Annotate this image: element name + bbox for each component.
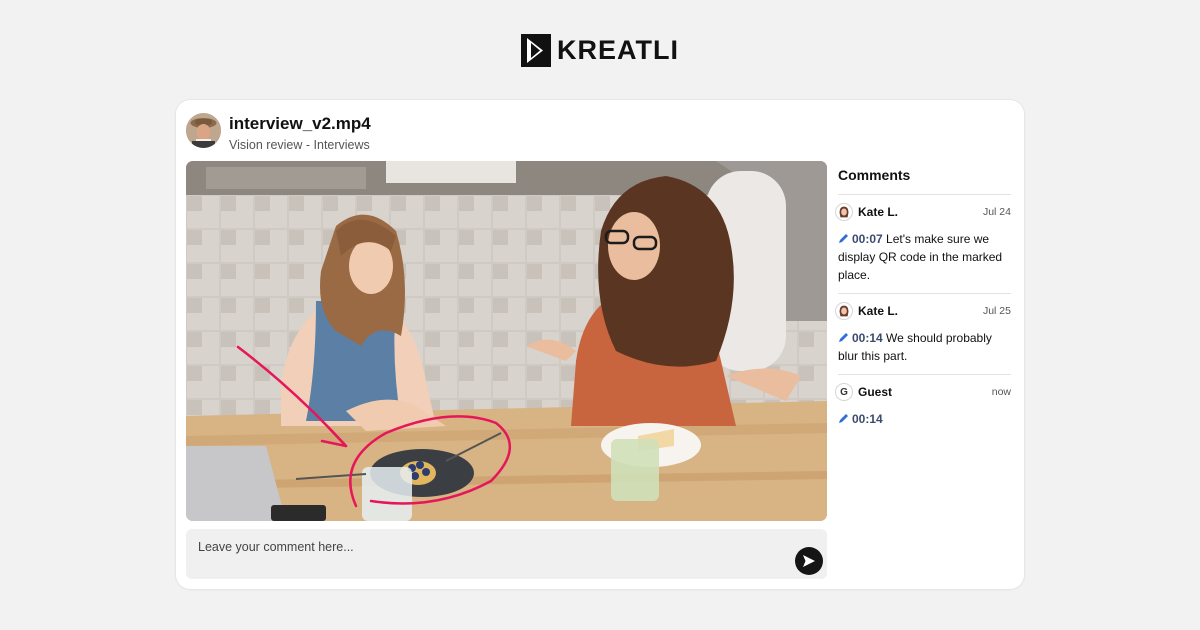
comments-panel: Comments Kate L. Jul 24 00:07 Let's make…	[835, 161, 1011, 437]
comment-date: Jul 25	[982, 305, 1011, 317]
comment-composer	[186, 529, 827, 579]
video-frame	[186, 161, 827, 521]
brand-name: KREATLI	[557, 34, 679, 65]
comment-item[interactable]: Kate L. Jul 25 00:14 We should probably …	[835, 294, 1011, 375]
send-icon	[803, 555, 815, 567]
comment-item[interactable]: Kate L. Jul 24 00:07 Let's make sure we …	[835, 195, 1011, 294]
pen-icon	[839, 333, 848, 342]
comment-item[interactable]: G Guest now 00:14	[835, 375, 1011, 437]
pen-icon	[839, 234, 848, 243]
comment-timestamp[interactable]: 00:07	[852, 232, 883, 246]
avatar	[835, 203, 853, 221]
comment-timestamp[interactable]: 00:14	[852, 412, 883, 426]
kreatli-logo-icon	[521, 33, 551, 67]
comment-author: Kate L.	[858, 304, 899, 318]
video-player[interactable]	[186, 161, 827, 521]
comment-date: Jul 24	[982, 206, 1011, 218]
comment-input[interactable]	[196, 537, 760, 557]
comment-author: Kate L.	[858, 205, 899, 219]
file-subtitle: Vision review - Interviews	[229, 138, 370, 152]
avatar	[186, 113, 221, 148]
avatar	[835, 302, 853, 320]
comment-date: now	[991, 386, 1011, 398]
brand-logo: KREATLI	[0, 33, 1200, 67]
file-header: interview_v2.mp4 Vision review - Intervi…	[186, 113, 371, 152]
review-card: interview_v2.mp4 Vision review - Intervi…	[176, 100, 1024, 589]
comment-timestamp[interactable]: 00:14	[852, 331, 883, 345]
comment-author: Guest	[858, 385, 893, 399]
file-title: interview_v2.mp4	[229, 114, 371, 133]
guest-avatar: G	[835, 383, 853, 401]
send-button[interactable]	[795, 547, 823, 575]
comments-title: Comments	[838, 161, 1011, 195]
pen-icon	[839, 414, 848, 423]
